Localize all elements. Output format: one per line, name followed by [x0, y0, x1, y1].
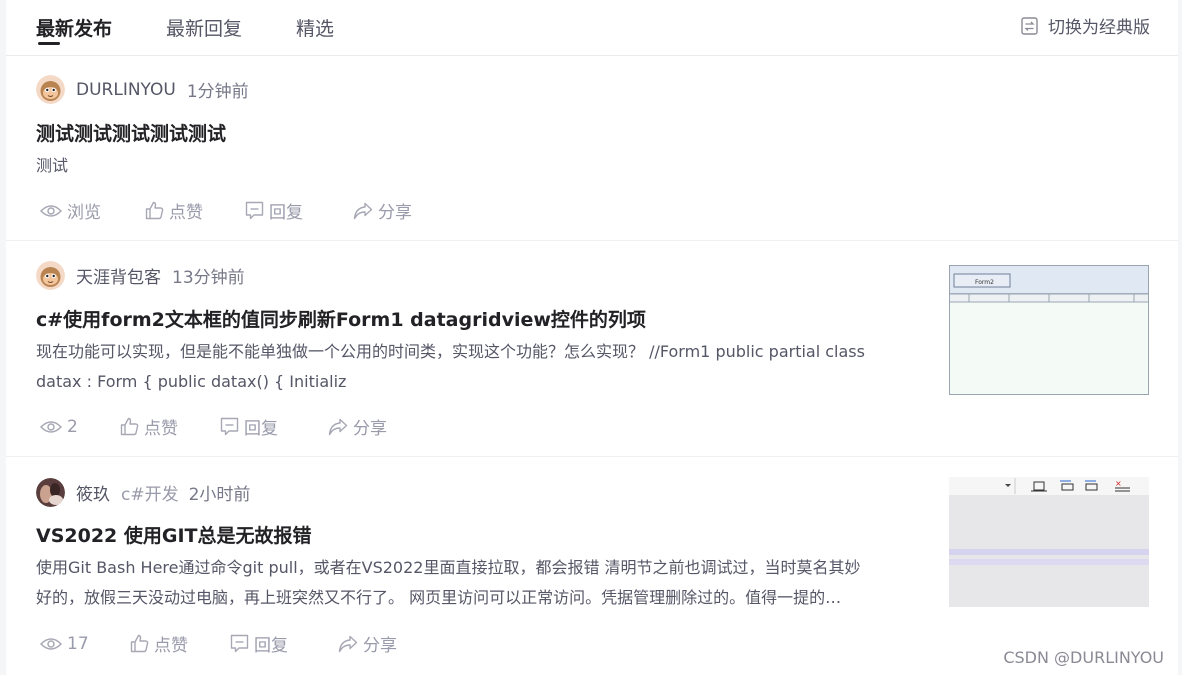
tab-featured[interactable]: 精选	[296, 14, 334, 41]
share-icon	[328, 418, 348, 435]
post-excerpt-line: 使用Git Bash Here通过命令git pull，或者在VS2022里面直…	[36, 558, 861, 577]
post-item[interactable]: 天涯背包客 13分钟前 c#使用form2文本框的值同步刷新Form1 data…	[6, 241, 1178, 457]
post-meta: 天涯背包客 13分钟前	[36, 261, 245, 290]
share-icon	[338, 635, 358, 652]
post-excerpt-line: 好的，放假三天没动过电脑，再上班突然又不行了。 网页里访问可以正常访问。凭据管理…	[36, 588, 842, 607]
post-excerpt-line: datax : Form { public datax() { Initiali…	[36, 372, 347, 391]
post-thumbnail[interactable]: Form2	[949, 265, 1149, 395]
post-topic[interactable]: c#开发	[121, 480, 179, 505]
switch-classic-label: 切换为经典版	[1048, 18, 1150, 38]
author-name[interactable]: DURLINYOU	[76, 80, 176, 100]
avatar[interactable]	[36, 75, 65, 104]
like-label: 点赞	[169, 203, 203, 223]
share-button[interactable]: 分享	[353, 198, 412, 223]
tab-latest-replies[interactable]: 最新回复	[166, 14, 242, 41]
like-label: 点赞	[144, 419, 178, 439]
like-button[interactable]: 点赞	[145, 198, 245, 223]
post-actions: 17 点赞 回复 分享	[40, 631, 397, 656]
reply-label: 回复	[244, 419, 278, 439]
post-time: 1分钟前	[186, 82, 249, 102]
feed-panel: 最新发布 最新回复 精选 切换为经典版 DURLINYOU 1分钟前 测试测试测…	[6, 0, 1178, 675]
switch-classic-button[interactable]: 切换为经典版	[1021, 13, 1150, 38]
post-actions: 2 点赞 回复 分享	[40, 414, 387, 439]
views-label: 浏览	[67, 203, 101, 223]
views-count: 浏览	[40, 198, 145, 223]
eye-icon	[40, 637, 62, 650]
avatar[interactable]	[36, 261, 65, 290]
share-label: 分享	[363, 636, 397, 656]
post-excerpt-line: 现在功能可以实现，但是能不能单独做一个公用的时间类，实现这个功能？怎么实现？ /…	[36, 342, 865, 361]
reply-label: 回复	[269, 203, 303, 223]
views-label: 17	[67, 633, 89, 654]
post-time: 2小时前	[188, 485, 251, 505]
post-item[interactable]: 筱玖 c#开发 2小时前 VS2022 使用GIT总是无故报错 使用Git Ba…	[6, 457, 1178, 675]
post-title[interactable]: c#使用form2文本框的值同步刷新Form1 datagridview控件的列…	[36, 305, 646, 332]
eye-icon	[40, 204, 62, 217]
reply-button[interactable]: 回复	[220, 414, 328, 439]
comment-icon	[220, 417, 239, 436]
like-label: 点赞	[154, 636, 188, 656]
like-button[interactable]: 点赞	[120, 414, 220, 439]
csdn-watermark: CSDN @DURLINYOU	[1003, 648, 1164, 667]
thumbs-up-icon	[145, 201, 164, 220]
like-button[interactable]: 点赞	[130, 631, 230, 656]
post-title[interactable]: VS2022 使用GIT总是无故报错	[36, 521, 312, 548]
author-name[interactable]: 筱玖	[76, 480, 110, 505]
thumbs-up-icon	[130, 634, 149, 653]
post-actions: 浏览 点赞 回复 分享	[40, 198, 412, 223]
share-button[interactable]: 分享	[338, 631, 397, 656]
views-count: 17	[40, 634, 130, 654]
post-excerpt: 使用Git Bash Here通过命令git pull，或者在VS2022里面直…	[36, 553, 861, 613]
views-count: 2	[40, 417, 120, 437]
share-label: 分享	[378, 203, 412, 223]
post-excerpt: 现在功能可以实现，但是能不能单独做一个公用的时间类，实现这个功能？怎么实现？ /…	[36, 337, 865, 397]
eye-icon	[40, 420, 62, 433]
reply-button[interactable]: 回复	[230, 631, 338, 656]
switch-icon	[1021, 16, 1038, 35]
post-time: 13分钟前	[172, 268, 245, 288]
comment-icon	[230, 634, 249, 653]
thumbs-up-icon	[120, 417, 139, 436]
post-meta: DURLINYOU 1分钟前	[36, 75, 249, 104]
post-excerpt: 测试	[36, 156, 69, 175]
reply-label: 回复	[254, 636, 288, 656]
views-label: 2	[67, 416, 78, 437]
post-item[interactable]: DURLINYOU 1分钟前 测试测试测试测试测试 测试 浏览 点赞 回复 分享	[6, 56, 1178, 241]
share-button[interactable]: 分享	[328, 414, 387, 439]
post-thumbnail[interactable]: ×	[949, 477, 1149, 607]
comment-icon	[245, 201, 264, 220]
share-label: 分享	[353, 419, 387, 439]
post-title[interactable]: 测试测试测试测试测试	[36, 119, 226, 146]
active-tab-indicator	[38, 42, 60, 45]
author-name[interactable]: 天涯背包客	[76, 263, 161, 288]
share-icon	[353, 202, 373, 219]
tab-bar: 最新发布 最新回复 精选 切换为经典版	[6, 0, 1178, 56]
post-meta: 筱玖 c#开发 2小时前	[36, 478, 250, 507]
avatar[interactable]	[36, 478, 65, 507]
reply-button[interactable]: 回复	[245, 198, 353, 223]
thumb-button-label: Form2	[975, 279, 994, 286]
svg-text:×: ×	[1115, 479, 1122, 488]
tab-latest[interactable]: 最新发布	[36, 14, 112, 41]
